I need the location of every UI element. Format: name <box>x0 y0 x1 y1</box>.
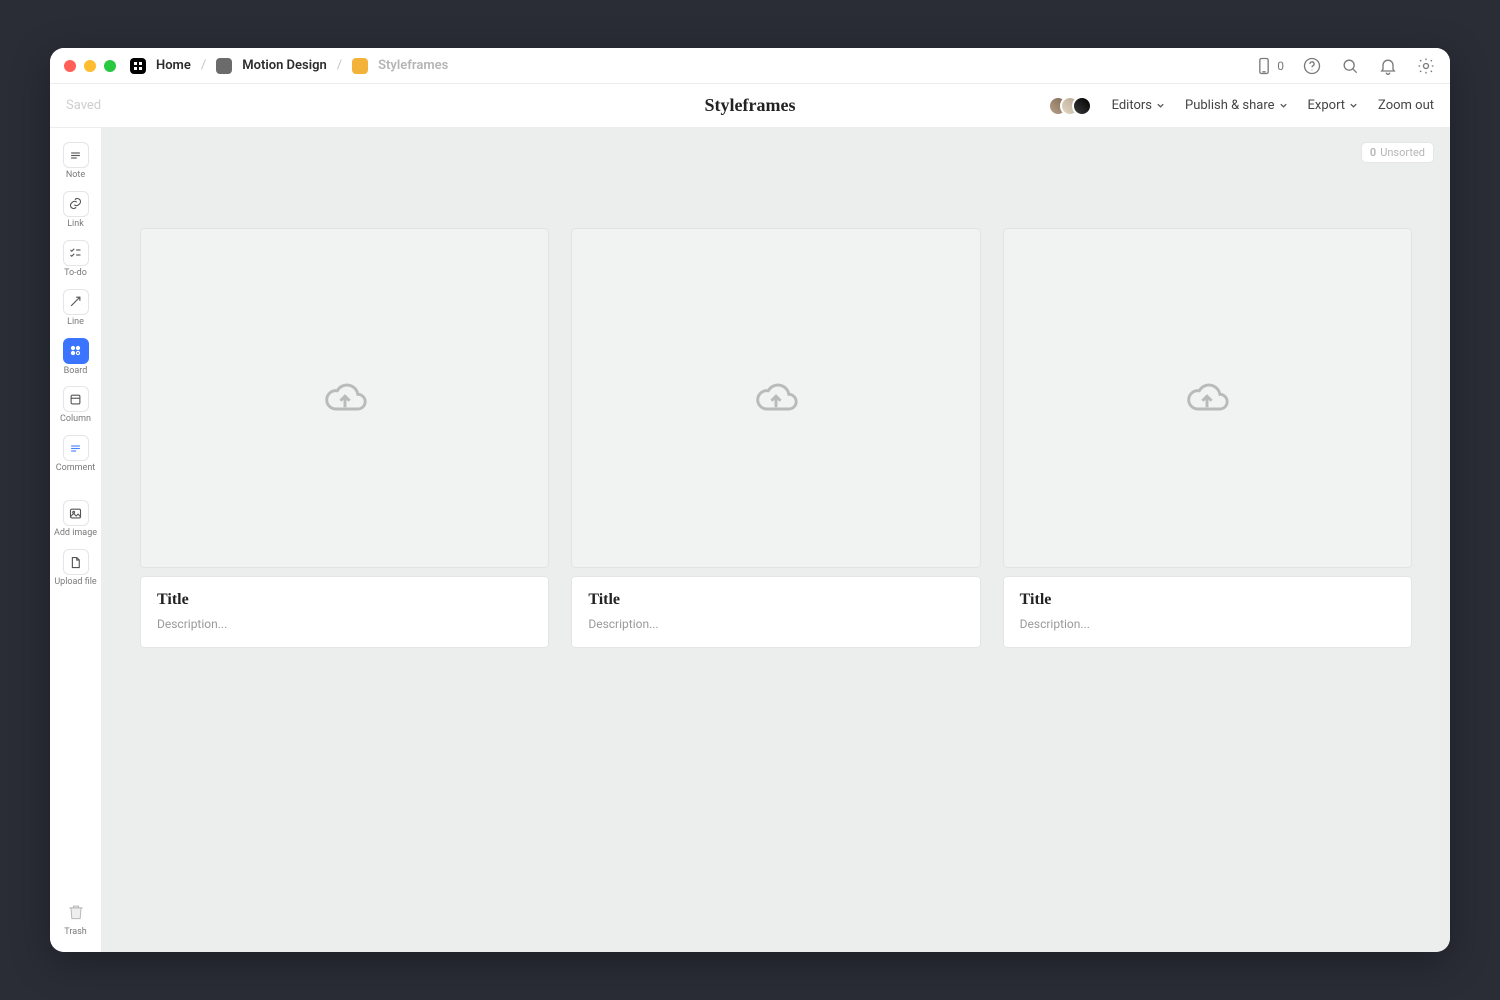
tool-column[interactable]: Column <box>54 382 98 429</box>
workspace: Note Link To-do Line Board Column <box>50 128 1450 952</box>
minimize-window[interactable] <box>84 60 96 72</box>
link-icon <box>63 191 89 217</box>
card-description[interactable]: Description... <box>588 617 963 631</box>
maximize-window[interactable] <box>104 60 116 72</box>
help-icon <box>1302 56 1322 76</box>
board-icon <box>63 338 89 364</box>
card-title[interactable]: Title <box>1020 591 1395 609</box>
breadcrumb-home[interactable]: Home <box>156 58 191 73</box>
tool-label: Line <box>67 318 84 328</box>
search-button[interactable] <box>1340 56 1360 76</box>
zoom-label: Zoom out <box>1378 98 1434 113</box>
folder-icon[interactable] <box>216 58 232 74</box>
breadcrumb-folder[interactable]: Motion Design <box>242 58 327 73</box>
board-canvas[interactable]: 0 Unsorted Title Description... <box>102 128 1450 952</box>
cloud-upload-icon <box>1185 376 1229 420</box>
card-meta[interactable]: Title Description... <box>1003 576 1412 648</box>
upload-dropzone[interactable] <box>1003 228 1412 568</box>
mobile-preview-button[interactable]: 0 <box>1254 56 1284 76</box>
search-icon <box>1340 56 1360 76</box>
titlebar-actions: 0 <box>1254 56 1436 76</box>
card-description[interactable]: Description... <box>157 617 532 631</box>
publish-dropdown[interactable]: Publish & share <box>1185 98 1288 113</box>
close-window[interactable] <box>64 60 76 72</box>
notifications-button[interactable] <box>1378 56 1398 76</box>
tool-note[interactable]: Note <box>54 138 98 185</box>
card-row: Title Description... Title Description..… <box>140 228 1412 648</box>
tool-upload-file[interactable]: Upload file <box>54 545 98 592</box>
card-meta[interactable]: Title Description... <box>140 576 549 648</box>
file-icon <box>63 549 89 575</box>
upload-dropzone[interactable] <box>140 228 549 568</box>
styleframe-card: Title Description... <box>140 228 549 648</box>
settings-button[interactable] <box>1416 56 1436 76</box>
chevron-down-icon <box>1156 101 1165 110</box>
arrow-icon <box>63 289 89 315</box>
titlebar: Home / Motion Design / Styleframes 0 <box>50 48 1450 84</box>
column-icon <box>63 386 89 412</box>
home-icon[interactable] <box>130 58 146 74</box>
tool-line[interactable]: Line <box>54 285 98 332</box>
cloud-upload-icon <box>754 376 798 420</box>
tool-label: Comment <box>56 464 95 474</box>
editors-dropdown[interactable]: Editors <box>1112 98 1165 113</box>
help-button[interactable] <box>1302 56 1322 76</box>
board-title[interactable]: Styleframes <box>705 95 796 116</box>
card-title[interactable]: Title <box>588 591 963 609</box>
tool-link[interactable]: Link <box>54 187 98 234</box>
tool-trash[interactable]: Trash <box>54 895 98 942</box>
tool-label: Note <box>66 171 85 181</box>
upload-dropzone[interactable] <box>571 228 980 568</box>
app-window: Home / Motion Design / Styleframes 0 <box>50 48 1450 952</box>
tool-label: Add image <box>54 529 97 539</box>
chevron-down-icon <box>1279 101 1288 110</box>
tool-sidebar: Note Link To-do Line Board Column <box>50 128 102 952</box>
export-label: Export <box>1308 98 1346 113</box>
image-icon <box>63 500 89 526</box>
card-description[interactable]: Description... <box>1020 617 1395 631</box>
note-icon <box>63 142 89 168</box>
card-title[interactable]: Title <box>157 591 532 609</box>
tool-comment[interactable]: Comment <box>54 431 98 478</box>
mobile-count: 0 <box>1277 59 1284 73</box>
export-dropdown[interactable]: Export <box>1308 98 1359 113</box>
avatar <box>1072 96 1092 116</box>
comment-icon <box>63 435 89 461</box>
cloud-upload-icon <box>323 376 367 420</box>
trash-icon <box>63 899 89 925</box>
breadcrumb-current: Styleframes <box>378 58 448 73</box>
phone-icon <box>1254 56 1274 76</box>
zoom-out-button[interactable]: Zoom out <box>1378 98 1434 113</box>
breadcrumb-sep: / <box>201 58 206 73</box>
tool-label: Link <box>67 220 84 230</box>
bell-icon <box>1378 56 1398 76</box>
tool-label: Column <box>60 415 91 425</box>
breadcrumb: Home / Motion Design / Styleframes <box>130 58 448 74</box>
checklist-icon <box>63 240 89 266</box>
publish-label: Publish & share <box>1185 98 1275 113</box>
save-status: Saved <box>66 98 101 113</box>
chevron-down-icon <box>1349 101 1358 110</box>
styleframe-card: Title Description... <box>1003 228 1412 648</box>
editors-label: Editors <box>1112 98 1152 113</box>
tool-label: To-do <box>64 269 87 279</box>
tool-label: Upload file <box>54 578 96 588</box>
collaborator-avatars[interactable] <box>1048 96 1092 116</box>
board-chip-icon <box>352 58 368 74</box>
unsorted-count: 0 <box>1370 146 1376 159</box>
tool-todo[interactable]: To-do <box>54 236 98 283</box>
styleframe-card: Title Description... <box>571 228 980 648</box>
tool-label: Trash <box>64 928 86 938</box>
gear-icon <box>1416 56 1436 76</box>
card-meta[interactable]: Title Description... <box>571 576 980 648</box>
window-controls <box>64 60 116 72</box>
tool-add-image[interactable]: Add image <box>54 496 98 543</box>
board-header: Saved Styleframes Editors Publish & shar… <box>50 84 1450 128</box>
unsorted-label: Unsorted <box>1380 146 1425 159</box>
tool-board[interactable]: Board <box>54 334 98 381</box>
tool-label: Board <box>64 367 88 377</box>
breadcrumb-sep: / <box>337 58 342 73</box>
unsorted-badge[interactable]: 0 Unsorted <box>1361 142 1434 163</box>
